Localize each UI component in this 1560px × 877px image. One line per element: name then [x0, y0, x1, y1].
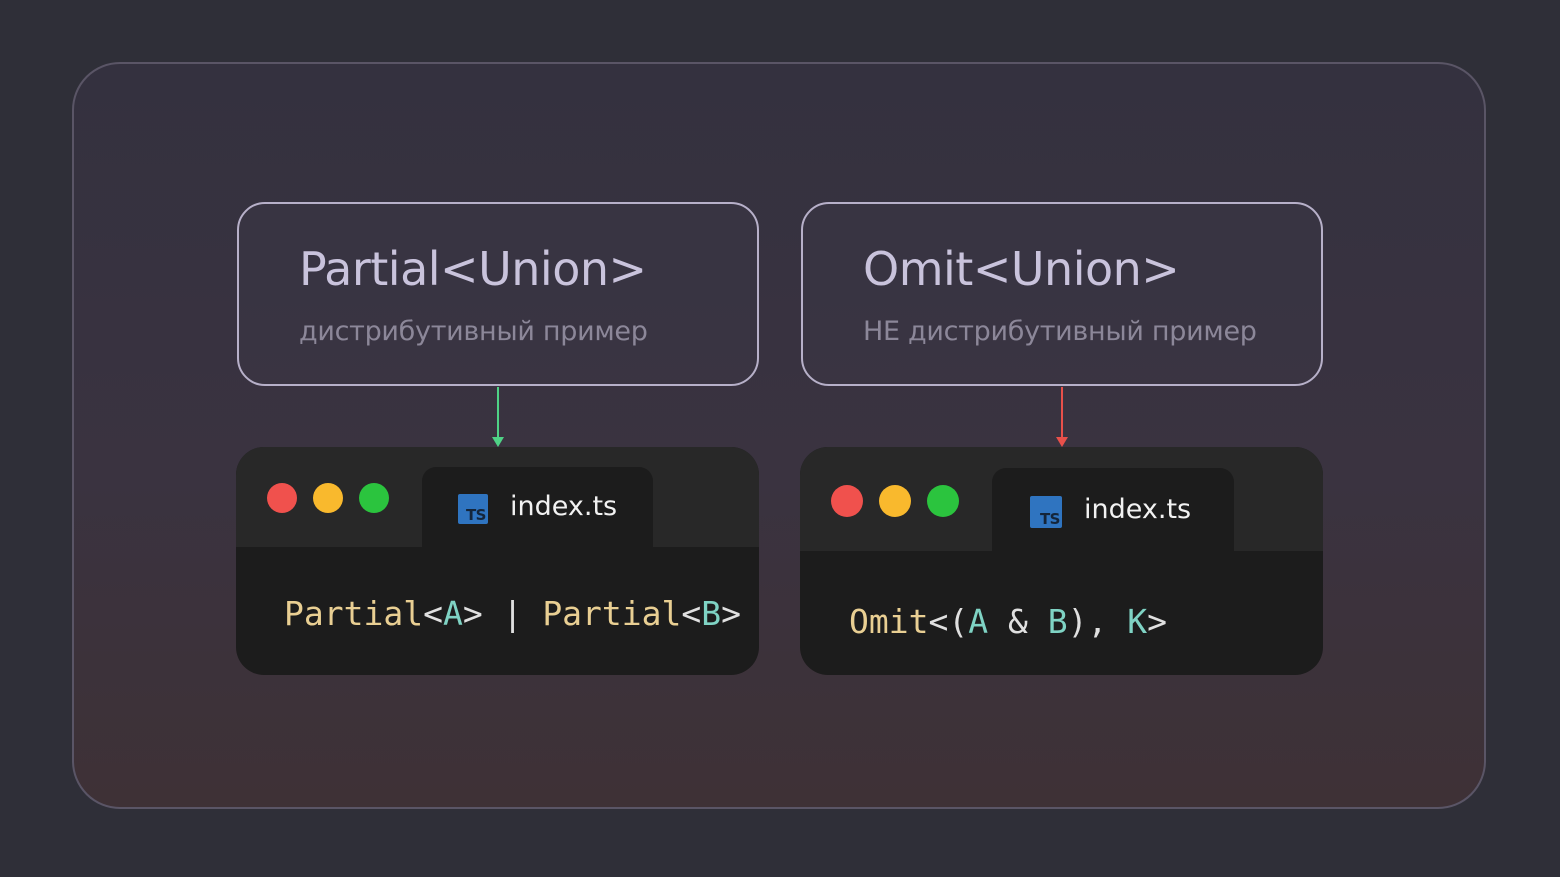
code-token-punct: >: [721, 594, 742, 633]
code-line: Partial<A> | Partial<B>: [284, 594, 741, 633]
editor-title-bar: TS index.ts: [236, 447, 759, 549]
minimize-window-dot[interactable]: [879, 485, 911, 517]
partial-union-card: Partial<Union> дистрибутивный пример: [237, 202, 759, 386]
editor-tab-index-ts[interactable]: TS index.ts: [422, 467, 653, 549]
editor-title-bar: TS index.ts: [800, 447, 1323, 553]
code-editor-window: TS index.ts Partial<A> | Partial<B>: [236, 447, 759, 675]
code-token-punct: > |: [462, 594, 543, 633]
maximize-window-dot[interactable]: [927, 485, 959, 517]
code-token-param: A: [442, 594, 463, 633]
code-token-punct: <(: [928, 602, 969, 641]
tab-label: index.ts: [510, 491, 618, 522]
green-connector-line: [497, 387, 499, 439]
code-token-param: A: [968, 602, 989, 641]
code-token-type: Partial: [542, 594, 682, 633]
typescript-file-icon: TS: [1030, 496, 1062, 528]
code-token-punct: >: [1147, 602, 1167, 641]
code-token-type: Omit: [849, 602, 929, 641]
code-token-punct: <: [423, 594, 443, 633]
card-title: Partial<Union>: [299, 242, 647, 296]
omit-union-card: Omit<Union> НЕ дистрибутивный пример: [801, 202, 1323, 386]
card-subtitle: НЕ дистрибутивный пример: [863, 316, 1257, 347]
typescript-file-icon: TS: [458, 494, 488, 524]
code-token-param: B: [1047, 602, 1068, 641]
code-editor-window: TS index.ts Omit<(A & B), K>: [800, 447, 1323, 675]
editor-tab-index-ts[interactable]: TS index.ts: [992, 468, 1234, 553]
code-token-punct: ),: [1067, 602, 1128, 641]
red-arrowhead: [1056, 437, 1068, 447]
tab-label: index.ts: [1084, 494, 1192, 525]
green-arrowhead: [492, 437, 504, 447]
minimize-window-dot[interactable]: [313, 483, 343, 513]
maximize-window-dot[interactable]: [359, 483, 389, 513]
close-window-dot[interactable]: [267, 483, 297, 513]
card-title: Omit<Union>: [863, 242, 1180, 296]
code-token-param: K: [1127, 602, 1148, 641]
code-line: Omit<(A & B), K>: [849, 602, 1167, 641]
code-token-punct: <: [681, 594, 702, 633]
close-window-dot[interactable]: [831, 485, 863, 517]
card-subtitle: дистрибутивный пример: [299, 316, 648, 347]
red-connector-line: [1061, 387, 1063, 439]
code-token-param: B: [701, 594, 722, 633]
diagram-panel: [72, 62, 1486, 809]
code-token-type: Partial: [284, 594, 424, 633]
code-token-punct: &: [988, 602, 1048, 641]
